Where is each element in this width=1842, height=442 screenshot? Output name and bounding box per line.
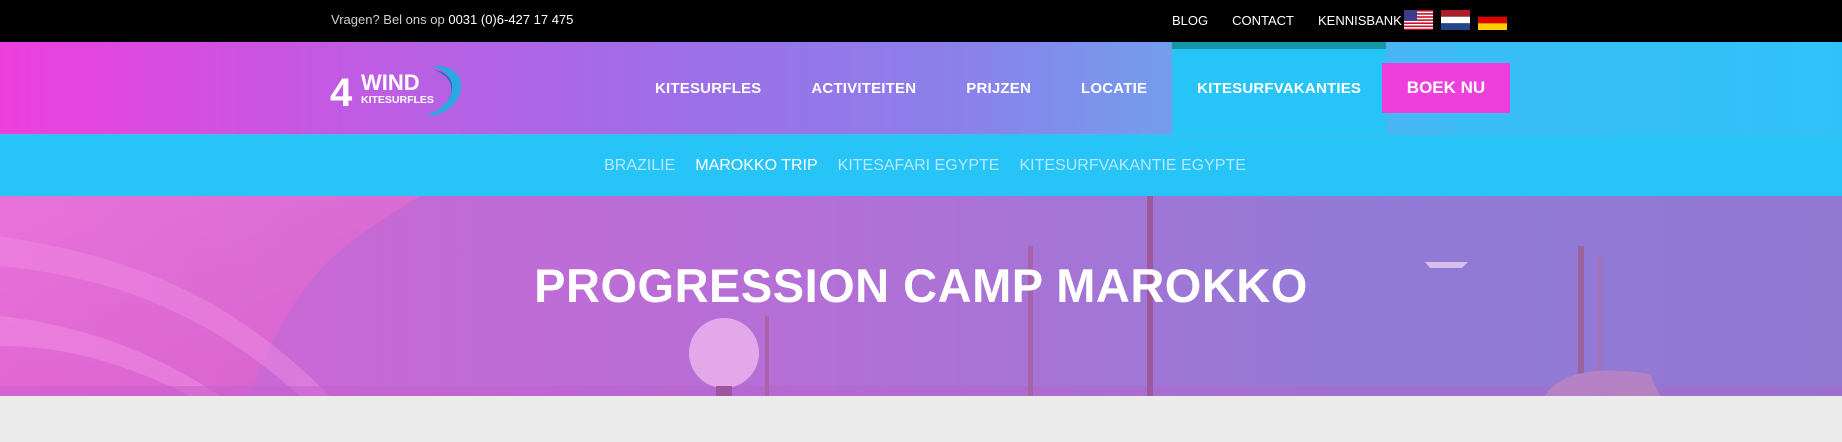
boek-nu-button[interactable]: BOEK NU (1382, 63, 1510, 113)
kennisbank-link[interactable]: KENNISBANK (1318, 13, 1402, 28)
subnav-item-brazilie[interactable]: BRAZILIE (604, 157, 675, 175)
hero-title: PROGRESSION CAMP MAROKKO (534, 259, 1308, 312)
top-bar: Vragen? Bel ons op 0031 (0)6-427 17 475 … (0, 0, 1842, 42)
nav-item-kitesurfles[interactable]: KITESURFLES (630, 42, 786, 134)
language-flags (1404, 10, 1507, 30)
subnav-item-kitesafari-egypte[interactable]: KITESAFARI EGYPTE (838, 157, 1000, 175)
logo-word: WIND (361, 70, 420, 95)
nav-item-kitesurfvakanties[interactable]: KITESURFVAKANTIES (1172, 42, 1387, 134)
4wind-logo[interactable]: 4 WIND KITESURFLES (330, 60, 475, 118)
logo-number: 4 (330, 71, 353, 115)
top-links: BLOG CONTACT KENNISBANK (1172, 13, 1426, 28)
nl-flag-icon[interactable] (1441, 10, 1470, 30)
nav-item-activiteiten[interactable]: ACTIVITEITEN (786, 42, 941, 134)
contact-phone: Vragen? Bel ons op 0031 (0)6-427 17 475 (331, 12, 573, 27)
hero-banner: PROGRESSION CAMP MAROKKO (0, 196, 1842, 396)
contact-link[interactable]: CONTACT (1232, 13, 1294, 28)
subnav-item-marokko-trip[interactable]: MAROKKO TRIP (695, 157, 817, 175)
logo-sub: KITESURFLES (361, 94, 434, 106)
nav-item-prijzen[interactable]: PRIJZEN (941, 42, 1056, 134)
nav-item-locatie[interactable]: LOCATIE (1056, 42, 1172, 134)
nav-items: KITESURFLES ACTIVITEITEN PRIJZEN LOCATIE… (630, 42, 1387, 134)
content-area (0, 396, 1842, 442)
sub-navigation: BRAZILIE MAROKKO TRIP KITESAFARI EGYPTE … (0, 134, 1842, 196)
us-flag-icon[interactable] (1404, 10, 1433, 30)
subnav-items: BRAZILIE MAROKKO TRIP KITESAFARI EGYPTE … (0, 135, 1842, 197)
subnav-item-kitesurfvakantie-egypte[interactable]: KITESURFVAKANTIE EGYPTE (1019, 157, 1245, 175)
blog-link[interactable]: BLOG (1172, 13, 1208, 28)
phone-prefix: Vragen? Bel ons op (331, 12, 445, 27)
main-navigation: 4 WIND KITESURFLES KITESURFLES ACTIVITEI… (0, 42, 1842, 134)
de-flag-icon[interactable] (1478, 10, 1507, 30)
phone-number-link[interactable]: 0031 (0)6-427 17 475 (448, 12, 573, 27)
